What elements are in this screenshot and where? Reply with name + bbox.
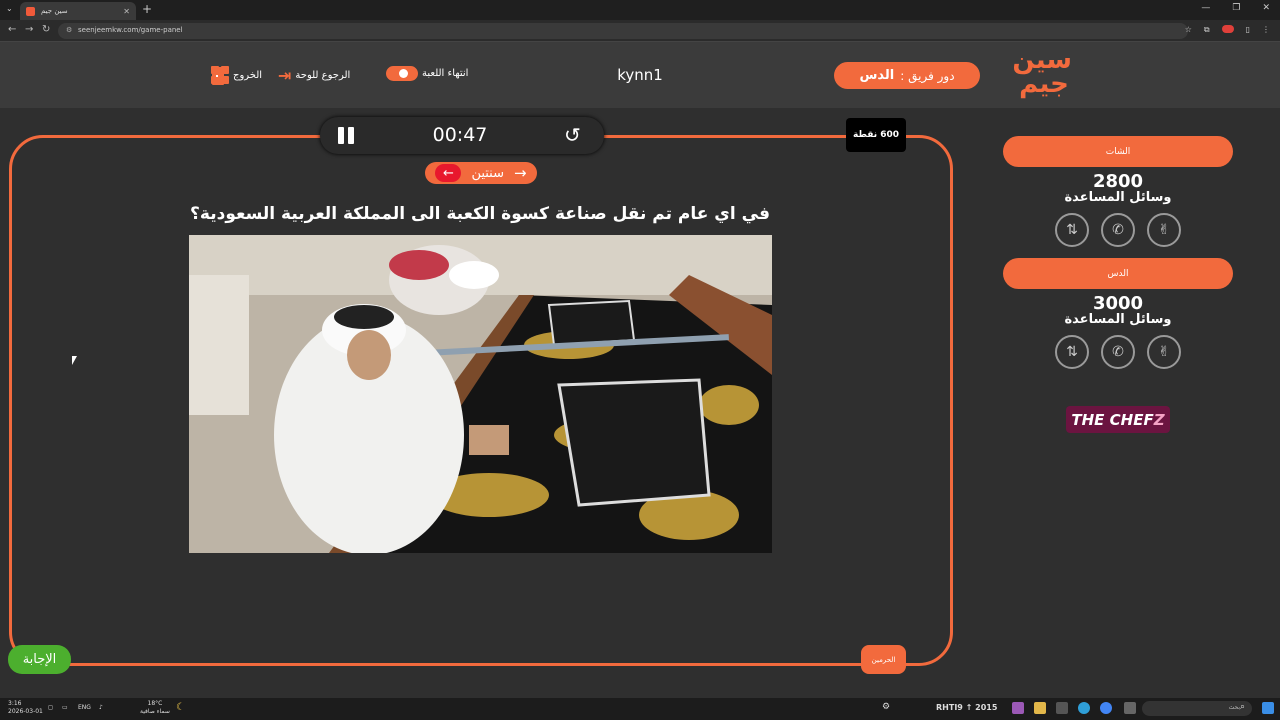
notification-icon[interactable]: ◻ [48, 704, 53, 711]
two-answers-icon[interactable]: ⇅ [1055, 335, 1089, 369]
stock-ticker[interactable]: RHTI9 ↑ 2015 [936, 703, 997, 712]
team-score: 3000 [1092, 293, 1144, 314]
reset-timer-icon[interactable]: ↺ [564, 123, 581, 147]
phone-call-icon[interactable]: ✆ [1101, 213, 1135, 247]
category-pill: → سنتين ← [425, 162, 537, 184]
extensions-icon[interactable]: ⧉ [1204, 25, 1210, 35]
victory-hand-icon[interactable]: ✌ [1147, 335, 1181, 369]
arrow-left-icon: ← [435, 164, 462, 182]
team-turn-pill: دور فريق : الدس [834, 62, 980, 89]
team-name: الشات [1003, 136, 1233, 167]
aids-label: وسائل المساعدة [1064, 312, 1172, 327]
microphone-icon[interactable]: ♪ [99, 704, 103, 711]
windows-taskbar: 3:16 2026-03-01 ◻ ▭ ENG ♪ 18°C سماء صافي… [0, 698, 1280, 720]
bookmark-star-icon[interactable]: ☆ [1185, 25, 1192, 35]
taskbar-clock[interactable]: 3:16 2026-03-01 [8, 700, 43, 716]
team-score: 2800 [1092, 171, 1144, 192]
weather-temp: 18°C [147, 700, 163, 707]
search-icon: ⌕ [1240, 702, 1246, 712]
door-exit-icon [212, 67, 224, 85]
question-text: في اي عام تم نقل صناعة كسوة الكعبة الى ا… [190, 204, 770, 224]
minimize-icon[interactable]: — [1201, 3, 1210, 13]
forward-icon[interactable]: → [25, 24, 33, 35]
logo-line2: جيم [1019, 69, 1069, 99]
taskbar-search[interactable]: بحث [1142, 701, 1252, 716]
end-game-button[interactable]: انتهاء اللعبة [386, 66, 468, 81]
menu-dots-icon[interactable]: ⋮ [1262, 25, 1270, 35]
tab-menu-icon[interactable]: ⌄ [6, 4, 13, 13]
team-name: الدس [1003, 258, 1233, 289]
sponsor-logo: THE CHEF Z [1066, 406, 1170, 433]
aids-row: ⇅ ✆ ✌ [1003, 213, 1233, 247]
url-field[interactable]: seenjeemkw.com/game-panel [58, 23, 1188, 39]
moon-icon: ☾ [176, 702, 185, 713]
timer-display: 00:47 [432, 124, 488, 146]
end-game-toggle-icon [386, 66, 418, 81]
new-tab-icon[interactable]: + [142, 2, 152, 16]
clock-date: 2026-03-01 [8, 708, 43, 715]
chrome-icon[interactable] [1100, 702, 1112, 714]
windows-start-icon[interactable] [1262, 702, 1274, 714]
maximize-icon[interactable]: ❐ [1232, 3, 1240, 13]
tab-title: سين جيم [41, 7, 68, 15]
phone-call-icon[interactable]: ✆ [1101, 335, 1135, 369]
back-to-board-button[interactable]: الرجوع للوحة ⇥ [278, 66, 350, 85]
pause-icon[interactable] [338, 127, 354, 144]
clock-time: 3:16 [8, 700, 22, 707]
category-label: سنتين [471, 165, 504, 181]
site-info-icon[interactable]: ⚙ [66, 26, 72, 34]
weather-desc: سماء صافية [140, 708, 170, 715]
browser-toolbar-icons: ☆ ⧉ ▯ ⋮ [1185, 25, 1270, 35]
exit-label: الخروج [233, 69, 263, 81]
store-icon[interactable] [1056, 702, 1068, 714]
task-view-icon[interactable] [1124, 702, 1136, 714]
aids-label: وسائل المساعدة [1064, 190, 1172, 205]
reload-icon[interactable]: ↻ [42, 24, 50, 35]
team-card-2: الدس 3000 وسائل المساعدة ⇅ ✆ ✌ [1003, 258, 1233, 369]
back-to-board-label: الرجوع للوحة [295, 70, 351, 81]
sponsor-text: THE CHEF [1071, 410, 1154, 429]
tab-close-icon[interactable]: ✕ [123, 7, 130, 16]
timer-bar: 00:47 ↺ [320, 117, 604, 154]
turn-team: الدس [859, 68, 895, 83]
question-tag-button[interactable]: الحرمين [861, 645, 906, 674]
aids-row: ⇅ ✆ ✌ [1003, 335, 1233, 369]
show-answer-button[interactable]: الإجابة [8, 645, 71, 674]
team-card-1: الشات 2800 وسائل المساعدة ⇅ ✆ ✌ [1003, 136, 1233, 247]
seenjeem-logo: سين جيم [1012, 47, 1072, 102]
folder-icon[interactable] [1034, 702, 1046, 714]
edge-icon[interactable] [1078, 702, 1090, 714]
display-icon[interactable]: ▭ [62, 704, 68, 711]
game-name: kynn1 [617, 66, 663, 84]
steam-icon[interactable]: ⚙ [882, 702, 890, 712]
window-controls: — ❐ ✕ [1201, 3, 1270, 13]
back-icon[interactable]: ← [8, 24, 16, 35]
address-bar: ← → ↻ seenjeemkw.com/game-panel ⚙ ☆ ⧉ ▯ … [0, 20, 1280, 42]
two-answers-icon[interactable]: ⇅ [1055, 213, 1089, 247]
recording-icon[interactable] [1221, 25, 1234, 33]
arrow-right-icon: → [514, 164, 527, 182]
sponsor-text-z: Z [1153, 410, 1165, 429]
question-image [189, 235, 772, 553]
end-game-label: انتهاء اللعبة [422, 68, 469, 79]
language-indicator[interactable]: ENG [78, 704, 91, 711]
browser-tab[interactable]: سين جيم ✕ [20, 2, 136, 20]
arrow-right-icon: ⇥ [278, 66, 292, 85]
mouse-cursor-icon [72, 356, 77, 365]
turn-label: دور فريق : [900, 68, 955, 83]
browser-tab-bar: ⌄ سين جيم ✕ + — ❐ ✕ [0, 0, 1280, 20]
close-window-icon[interactable]: ✕ [1262, 3, 1270, 13]
app-icon[interactable] [1012, 702, 1024, 714]
victory-hand-icon[interactable]: ✌ [1147, 213, 1181, 247]
profile-icon[interactable]: ▯ [1246, 25, 1250, 35]
favicon-icon [26, 6, 35, 16]
points-badge: 600 نقطة [846, 118, 906, 152]
weather-widget[interactable]: 18°C سماء صافية [140, 700, 170, 716]
